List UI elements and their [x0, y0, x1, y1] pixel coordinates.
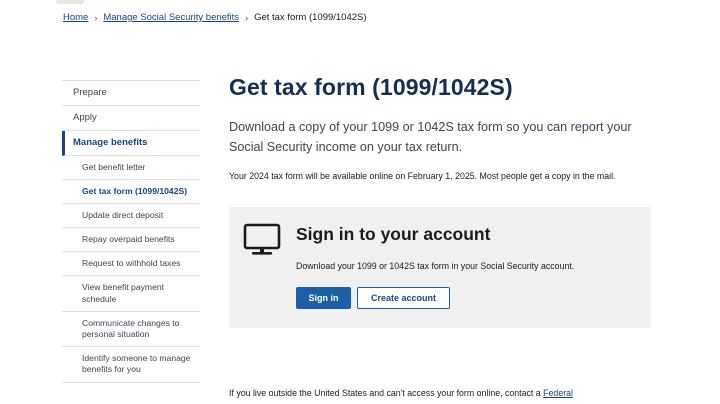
availability-notice: Your 2024 tax form will be available onl…: [229, 171, 616, 182]
sidenav-sub-update-direct-deposit[interactable]: Update direct deposit: [62, 204, 200, 229]
chevron-right-icon: ›: [94, 12, 98, 23]
page-title: Get tax form (1099/1042S): [229, 74, 513, 100]
browser-tab-stub: [56, 0, 84, 4]
sidenav-sub-get-tax-form[interactable]: Get tax form (1099/1042S): [62, 180, 200, 204]
breadcrumb: Home › Manage Social Security benefits ›…: [63, 12, 367, 23]
breadcrumb-parent-link[interactable]: Manage Social Security benefits: [103, 12, 239, 23]
federal-link[interactable]: Federal: [543, 388, 573, 398]
lead-paragraph: Download a copy of your 1099 or 1042S ta…: [229, 120, 632, 155]
sidenav-item-prepare[interactable]: Prepare: [62, 81, 200, 106]
sidenav-sub-payment-schedule[interactable]: View benefit payment schedule: [62, 276, 200, 312]
main-content: Get tax form (1099/1042S) Download a cop…: [229, 74, 654, 328]
sidenav-sub-identify-someone[interactable]: Identify someone to manage benefits for …: [62, 347, 200, 383]
sidenav-item-apply[interactable]: Apply: [62, 106, 200, 131]
sidenav-sub-withhold-taxes[interactable]: Request to withhold taxes: [62, 252, 200, 277]
signin-card-title: Sign in to your account: [296, 223, 491, 244]
chevron-right-icon: ›: [245, 12, 249, 23]
sidenav-sub-repay-overpaid[interactable]: Repay overpaid benefits: [62, 228, 200, 253]
breadcrumb-home-link[interactable]: Home: [63, 12, 88, 23]
outside-us-sentence: If you live outside the United States an…: [229, 388, 544, 398]
side-navigation: Prepare Apply Manage benefits Get benefi…: [62, 80, 200, 383]
sidenav-item-manage-benefits[interactable]: Manage benefits: [62, 130, 200, 156]
sidenav-sub-get-benefit-letter[interactable]: Get benefit letter: [62, 156, 200, 180]
signin-card: Sign in to your account Download your 10…: [229, 206, 651, 328]
create-account-button[interactable]: Create account: [357, 286, 450, 309]
breadcrumb-current: Get tax form (1099/1042S): [254, 12, 367, 23]
sign-in-button[interactable]: Sign in: [296, 286, 351, 309]
signin-card-description: Download your 1099 or 1042S tax form in …: [296, 260, 575, 271]
outside-us-text: If you live outside the United States an…: [229, 388, 573, 398]
sidenav-sub-communicate-changes[interactable]: Communicate changes to personal situatio…: [62, 312, 200, 348]
monitor-icon: [243, 223, 281, 255]
